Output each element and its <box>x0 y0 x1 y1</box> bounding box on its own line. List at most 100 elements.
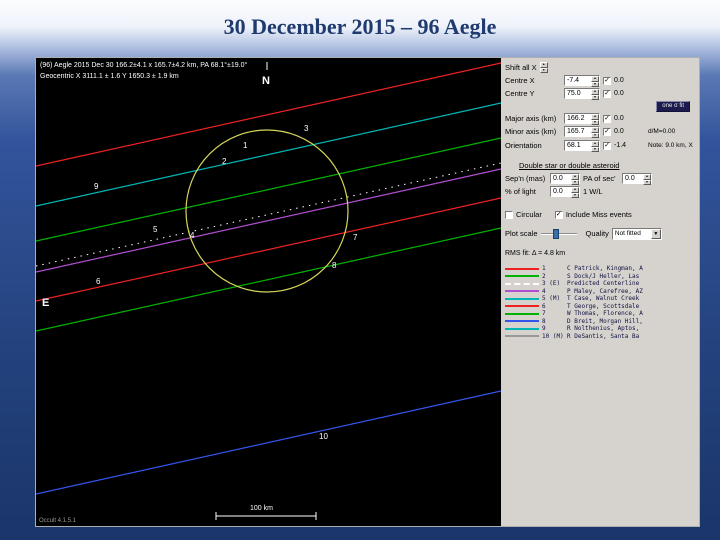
east-label: E <box>42 297 49 309</box>
percent-light-spinner[interactable]: ▲ ▼ <box>571 187 579 198</box>
scale-bar-label: 100 km <box>250 505 273 512</box>
observer-row[interactable]: 1 C Patrick, Kingman, A <box>505 265 696 273</box>
chord-line <box>36 137 501 242</box>
observer-name: R Nolthenius, Aptos, <box>567 325 640 333</box>
scale-bar <box>215 512 317 520</box>
pa-secondary-spinner[interactable]: ▲ ▼ <box>643 174 651 185</box>
station-number: 6 <box>96 277 101 286</box>
observer-line-swatch <box>505 335 539 338</box>
observer-name: Predicted Centerline <box>567 280 640 288</box>
observer-row[interactable]: 8 D Breit, Morgan Hill, <box>505 318 696 326</box>
observer-name: T George, Scottsdale <box>567 302 640 310</box>
orientation-input[interactable]: 68.1 ▲ ▼ <box>564 140 600 152</box>
pa-secondary-input[interactable]: 0.0 ▲ ▼ <box>622 173 652 185</box>
observer-row[interactable]: 9 R Nolthenius, Aptos, <box>505 325 696 333</box>
observer-row[interactable]: 10 (M) R DeSantis, Santa Ba <box>505 333 696 341</box>
circular-label: Circular <box>516 210 542 219</box>
centre-y-checkbox[interactable]: ✓ <box>603 89 611 98</box>
station-number: 8 <box>332 261 337 270</box>
check-icon: ✓ <box>604 114 610 122</box>
observer-line-swatch <box>505 320 539 323</box>
major-axis-spinner[interactable]: ▲ ▼ <box>591 114 599 125</box>
separation-input[interactable]: 0.0 ▲ ▼ <box>550 173 580 185</box>
minor-axis-row: Minor axis (km) 165.7 ▲ ▼ ✓ 0.0 d/M=0.00 <box>505 125 696 138</box>
percent-light-value: 0.0 <box>553 188 563 195</box>
dropdown-arrow-icon[interactable]: ▼ <box>650 228 661 239</box>
station-number: 9 <box>94 182 99 191</box>
plot-info-line2: Geocentric X 3111.1 ± 1.6 Y 1650.3 ± 1.9… <box>40 72 179 80</box>
major-axis-label: Major axis (km) <box>505 114 557 123</box>
spinner-down-icon[interactable]: ▼ <box>591 146 599 152</box>
observer-row[interactable]: 2 S Dock/J Heller, Las <box>505 273 696 281</box>
centre-y-spinner[interactable]: ▲ ▼ <box>591 89 599 100</box>
chord-line <box>36 168 501 273</box>
centre-y-error: 0.0 <box>614 90 624 97</box>
centre-x-checkbox[interactable]: ✓ <box>603 76 611 85</box>
separation-spinner[interactable]: ▲ ▼ <box>571 174 579 185</box>
observer-line-swatch <box>505 290 539 293</box>
slider-thumb[interactable] <box>552 228 559 239</box>
station-number: 3 <box>304 124 309 133</box>
slider-track <box>540 232 577 235</box>
observer-name: W Thomas, Florence, A <box>567 310 643 318</box>
check-icon: ✓ <box>604 127 610 135</box>
observer-row[interactable]: 4 P Maley, Carefree, AZ <box>505 288 696 296</box>
quality-dropdown[interactable]: Not fitted ▼ <box>611 227 662 240</box>
options-row: Circular ✓ Include Miss events <box>505 208 696 221</box>
occult-app-window: N E 100 km 1 2 3 9 5 4 6 7 8 10 (96) Aegle 2015 D… <box>35 57 700 527</box>
percent-light-row: % of light 0.0 ▲ ▼ 1 W/L <box>505 185 696 198</box>
major-axis-input[interactable]: 166.2 ▲ ▼ <box>564 113 600 125</box>
plot-scale-label: Plot scale <box>505 229 538 238</box>
circular-checkbox[interactable] <box>505 210 513 219</box>
station-number: 4 <box>190 231 195 240</box>
centre-x-row: Centre X -7.4 ▲ ▼ ✓ 0.0 <box>505 74 696 87</box>
centre-x-input[interactable]: -7.4 ▲ ▼ <box>564 75 600 87</box>
observer-row[interactable]: 5 (M) T Case, Walnut Creek <box>505 295 696 303</box>
major-axis-row: Major axis (km) 166.2 ▲ ▼ ✓ 0.0 <box>505 112 696 125</box>
centre-x-spinner[interactable]: ▲ ▼ <box>591 76 599 87</box>
orientation-error: -1.4 <box>614 142 627 149</box>
observer-line-swatch <box>505 275 539 278</box>
control-panel: Shift all X ▲ ▼ Centre X -7.4 ▲ ▼ ✓ 0.0 <box>501 58 699 526</box>
observer-name: C Patrick, Kingman, A <box>567 265 643 273</box>
observer-row[interactable]: 3 (E) Predicted Centerline <box>505 280 696 288</box>
observer-row[interactable]: 7 W Thomas, Florence, A <box>505 310 696 318</box>
observer-number: 4 <box>542 287 546 295</box>
minor-axis-note: d/M=0.00 <box>648 127 676 135</box>
observer-number: 2 <box>542 272 546 280</box>
plot-scale-slider[interactable] <box>540 228 577 239</box>
include-miss-checkbox[interactable]: ✓ <box>554 210 563 219</box>
sigma-fit-button[interactable]: one σ fit <box>656 100 690 112</box>
wl-label: 1 W/L <box>583 187 603 196</box>
major-axis-checkbox[interactable]: ✓ <box>603 114 611 123</box>
include-miss-label: Include Miss events <box>565 210 632 219</box>
presentation-slide: 30 December 2015 – 96 Aegle N E 100 km 1… <box>0 0 720 540</box>
observer-row[interactable]: 6 T George, Scottsdale <box>505 303 696 311</box>
orientation-spinner[interactable]: ▲ ▼ <box>591 141 599 152</box>
check-icon: ✓ <box>604 141 610 149</box>
minor-axis-input[interactable]: 165.7 ▲ ▼ <box>564 126 600 138</box>
double-star-header: Double star or double asteroid <box>519 161 620 170</box>
chord-line <box>36 197 501 302</box>
shift-all-row: Shift all X ▲ ▼ <box>505 61 696 74</box>
minor-axis-spinner[interactable]: ▲ ▼ <box>591 127 599 138</box>
centre-y-input[interactable]: 75.0 ▲ ▼ <box>564 88 600 100</box>
observer-line-swatch <box>505 327 539 330</box>
chord-lines <box>36 62 501 495</box>
minor-axis-checkbox[interactable]: ✓ <box>603 127 611 136</box>
minor-axis-value: 165.7 <box>567 128 585 135</box>
centre-x-error: 0.0 <box>614 77 624 84</box>
observer-line-swatch <box>505 305 539 308</box>
orientation-row: Orientation 68.1 ▲ ▼ ✓ -1.4 Note: 9.0 km… <box>505 138 696 153</box>
station-number: 7 <box>353 233 358 242</box>
minor-axis-label: Minor axis (km) <box>505 127 557 136</box>
spinner-down-icon[interactable]: ▼ <box>571 192 579 198</box>
north-label: N <box>262 75 270 87</box>
orientation-label: Orientation <box>505 141 542 150</box>
chord-line <box>36 390 501 495</box>
station-number: 1 <box>243 141 248 150</box>
orientation-checkbox[interactable]: ✓ <box>603 141 611 150</box>
spinner-down-icon[interactable]: ▼ <box>539 67 548 73</box>
percent-light-input[interactable]: 0.0 ▲ ▼ <box>550 186 580 198</box>
shift-all-spinner[interactable]: ▲ ▼ <box>539 62 548 73</box>
